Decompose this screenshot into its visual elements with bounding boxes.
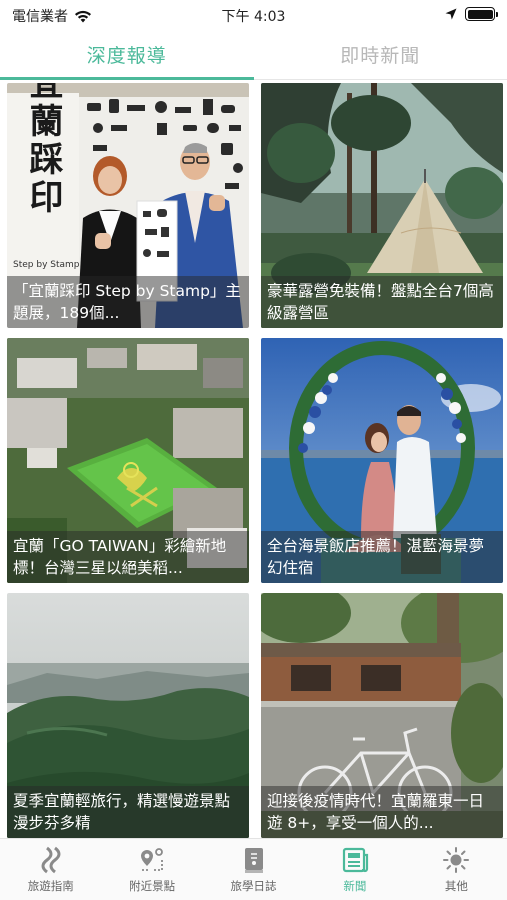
status-bar: 電信業者 下午 4:03 (0, 0, 507, 30)
article-title: 宜蘭「GO TAIWAN」彩繪新地標！台灣三星以絕美稻... (7, 531, 249, 583)
article-title: 迎接後疫情時代！宜蘭羅東一日遊 8+，享受一個人的... (261, 786, 503, 838)
journal-icon (244, 848, 263, 873)
article-card[interactable]: 豪華露營免裝備！盤點全台7個高級露營區 (261, 83, 503, 328)
news-tab-bar: 深度報導 即時新聞 (0, 30, 507, 80)
article-grid: 宜蘭踩印 Step by Stamp 「宜蘭踩印 Step by Stamp」主… (7, 83, 503, 838)
article-card[interactable]: 迎接後疫情時代！宜蘭羅東一日遊 8+，享受一個人的... (261, 593, 503, 838)
article-card[interactable]: 全台海景飯店推薦！湛藍海景夢幻住宿 (261, 338, 503, 583)
nav-label: 附近景點 (129, 879, 176, 893)
status-indicators (445, 7, 498, 21)
tab-latest-news[interactable]: 即時新聞 (254, 30, 507, 79)
nav-label: 新聞 (343, 879, 367, 893)
road-icon (41, 846, 61, 874)
nav-news[interactable]: 新聞 (304, 839, 405, 900)
article-card[interactable]: 夏季宜蘭輕旅行，精選慢遊景點漫步芬多精 (7, 593, 249, 838)
bottom-navigation: 旅遊指南 附近景點 旅學日誌 新聞 其他 (0, 838, 507, 900)
nav-others[interactable]: 其他 (406, 839, 507, 900)
sun-icon (443, 847, 470, 873)
nav-label: 旅學日誌 (230, 879, 277, 893)
status-time: 下午 4:03 (221, 9, 286, 25)
nav-label: 旅遊指南 (27, 879, 74, 893)
tab-in-depth[interactable]: 深度報導 (0, 30, 254, 80)
news-icon (342, 847, 369, 873)
location-arrow-icon (445, 8, 457, 20)
article-title: 豪華露營免裝備！盤點全台7個高級露營區 (261, 276, 503, 328)
nav-label: 其他 (444, 879, 468, 893)
exhibit-sign-subtext: Step by Stamp (13, 260, 80, 270)
article-card[interactable]: 宜蘭踩印 Step by Stamp 「宜蘭踩印 Step by Stamp」主… (7, 83, 249, 328)
exhibit-sign-text: 宜蘭踩印 (23, 83, 63, 217)
article-card[interactable]: 宜蘭「GO TAIWAN」彩繪新地標！台灣三星以絕美稻... (7, 338, 249, 583)
article-title: 全台海景飯店推薦！湛藍海景夢幻住宿 (261, 531, 503, 583)
nav-travel-guide[interactable]: 旅遊指南 (0, 839, 101, 900)
article-title: 「宜蘭踩印 Step by Stamp」主題展，189個... (7, 276, 249, 328)
nav-travel-journal[interactable]: 旅學日誌 (203, 839, 304, 900)
nav-nearby-spots[interactable]: 附近景點 (101, 839, 202, 900)
map-pin-icon (141, 848, 164, 871)
battery-icon (465, 7, 498, 21)
article-title: 夏季宜蘭輕旅行，精選慢遊景點漫步芬多精 (7, 786, 249, 838)
